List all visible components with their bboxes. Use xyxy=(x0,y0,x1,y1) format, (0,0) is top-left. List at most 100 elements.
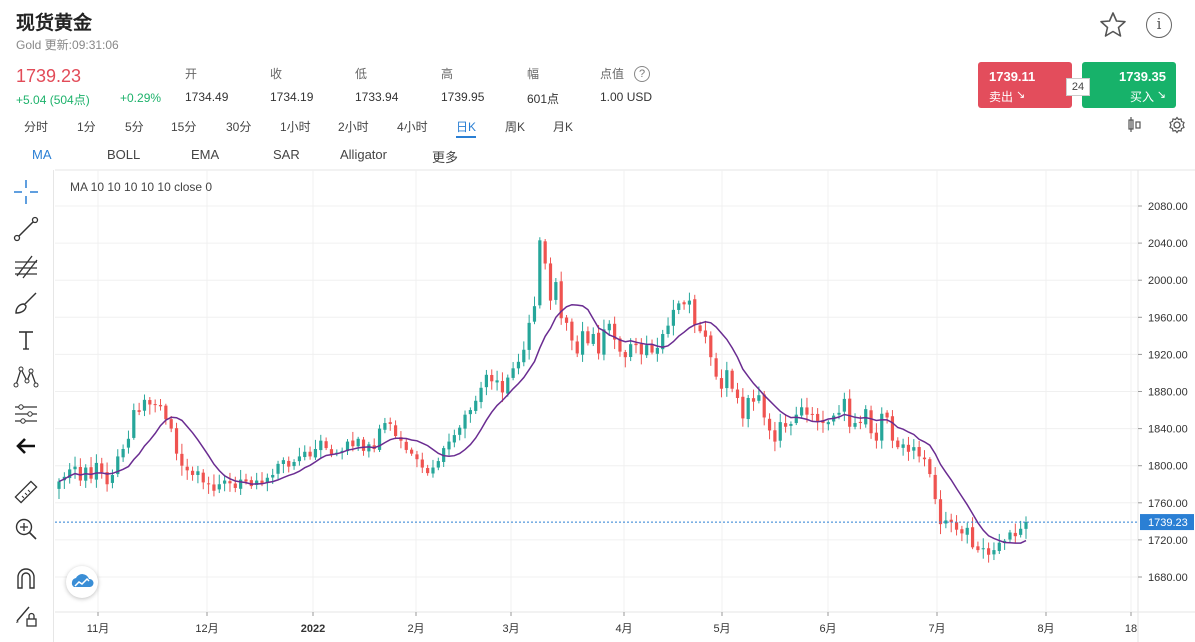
time-tick-label: 4月 xyxy=(615,623,632,635)
candle-body xyxy=(837,412,841,415)
candle-body xyxy=(458,427,462,435)
candle-body xyxy=(538,240,542,306)
candle-body xyxy=(965,527,969,535)
candle-body xyxy=(709,335,713,358)
candle-body xyxy=(591,333,595,344)
price-tick-label: 1880.00 xyxy=(1148,387,1188,399)
candle-body xyxy=(57,481,61,489)
candle-body xyxy=(928,459,932,475)
candle-body xyxy=(110,474,115,483)
candle-body xyxy=(217,484,221,490)
candle-body xyxy=(100,463,104,473)
candle-body xyxy=(997,542,1001,551)
time-tick-label: 2月 xyxy=(407,623,424,635)
cloud-logo-icon[interactable] xyxy=(66,566,98,598)
candle-body xyxy=(933,474,937,500)
candle-body xyxy=(142,399,147,411)
candle-body xyxy=(987,548,991,555)
candle-body xyxy=(190,470,195,475)
candle-body xyxy=(506,377,510,394)
candle-body xyxy=(954,522,959,530)
candle-body xyxy=(778,422,782,441)
candle-body xyxy=(522,349,526,363)
candle-body xyxy=(596,332,601,354)
candle-body xyxy=(741,396,745,419)
candle-body xyxy=(917,447,921,457)
candle-body xyxy=(212,484,216,491)
candle-body xyxy=(805,407,809,415)
candle-body xyxy=(313,449,318,458)
time-axis: 11月 12月 2022 2月 3月 4月 5月 6月 7月 8月 18 xyxy=(87,612,1137,635)
candle-body xyxy=(153,404,157,406)
time-tick-label: 2022 xyxy=(301,623,325,635)
candle-body xyxy=(816,413,820,422)
candle-body xyxy=(410,449,414,454)
candle-body xyxy=(751,398,756,402)
candle-body xyxy=(666,325,670,334)
candle-body xyxy=(297,456,302,462)
candle-body xyxy=(864,409,868,425)
candle-body xyxy=(789,423,793,426)
candle-body xyxy=(185,466,189,471)
candle-body xyxy=(1019,528,1023,535)
time-tick-label: 6月 xyxy=(819,623,836,635)
candle-body xyxy=(762,394,766,418)
price-tick-label: 2040.00 xyxy=(1148,238,1188,250)
candle-body xyxy=(351,440,355,447)
price-tick-label: 2080.00 xyxy=(1148,201,1188,213)
candle-body xyxy=(693,299,697,325)
candle-body xyxy=(629,344,633,357)
candle-body xyxy=(650,344,654,353)
candle-body xyxy=(992,550,996,555)
candle-body xyxy=(132,410,136,438)
candle-body xyxy=(244,479,248,482)
candle-body xyxy=(602,329,606,355)
candle-body xyxy=(308,451,312,457)
candle-body xyxy=(447,441,451,450)
candle-body xyxy=(773,430,777,442)
price-chart[interactable]: 2080.00 2040.00 2000.00 1960.00 1920.00 1880.… xyxy=(0,0,1195,642)
candle-body xyxy=(922,457,927,460)
candle-body xyxy=(800,407,804,416)
price-tick-label: 2000.00 xyxy=(1148,275,1188,287)
candle-body xyxy=(500,380,505,393)
candle-body xyxy=(383,423,387,430)
candle-body xyxy=(735,389,740,398)
candle-body xyxy=(281,460,285,464)
candle-body xyxy=(89,467,93,479)
time-tick-label: 3月 xyxy=(502,623,519,635)
candle-body xyxy=(169,419,173,429)
candle-body xyxy=(901,444,905,448)
candle-body xyxy=(180,453,184,466)
candle-body xyxy=(420,459,424,468)
candle-body xyxy=(303,451,307,458)
candle-body xyxy=(223,480,227,484)
candle-body xyxy=(319,440,323,451)
candle-body xyxy=(970,527,975,548)
price-tick-label: 1720.00 xyxy=(1148,535,1188,547)
candle-body xyxy=(426,468,430,474)
price-tick-label: 1920.00 xyxy=(1148,349,1188,361)
candle-body xyxy=(586,331,590,344)
candle-body xyxy=(201,472,205,483)
candle-body xyxy=(564,317,569,323)
candle-body xyxy=(730,370,734,389)
candle-body xyxy=(206,483,211,485)
candle-body xyxy=(271,474,275,478)
candle-body xyxy=(725,370,729,389)
candle-body xyxy=(292,461,296,467)
candle-body xyxy=(981,548,985,550)
candle-body xyxy=(767,418,772,431)
candle-body xyxy=(938,499,943,525)
candle-body xyxy=(848,398,852,427)
candle-body xyxy=(495,380,499,383)
candle-body xyxy=(554,282,558,300)
candle-body xyxy=(853,423,857,427)
time-tick-label: 12月 xyxy=(195,623,218,635)
candle-body xyxy=(356,438,360,447)
candle-body xyxy=(431,467,435,474)
last-price-label: 1739.23 xyxy=(1148,517,1188,529)
time-tick-label: 7月 xyxy=(928,623,945,635)
candle-body xyxy=(719,378,724,389)
candle-body xyxy=(757,395,761,401)
